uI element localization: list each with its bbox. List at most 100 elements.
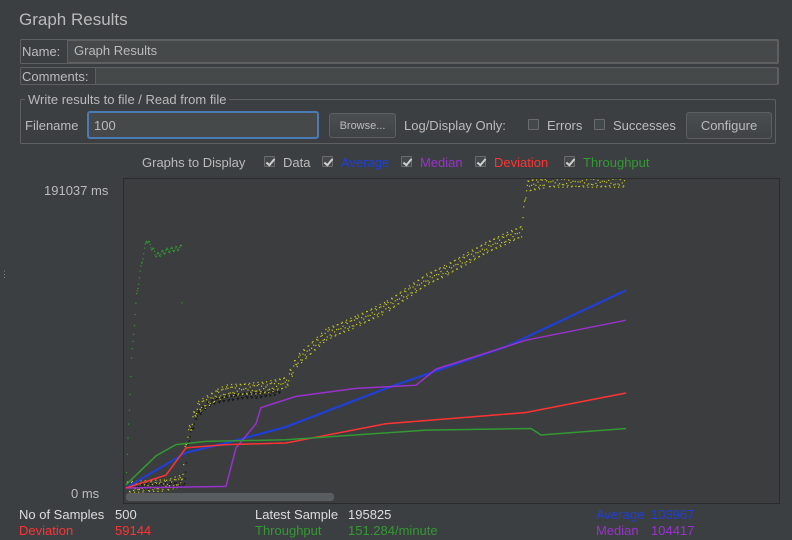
data-point <box>533 183 535 185</box>
data-point <box>601 185 603 187</box>
data-point-early <box>168 483 171 485</box>
samples-value: 500 <box>115 507 137 522</box>
data-point <box>440 271 442 273</box>
throughput-checkbox[interactable] <box>564 156 575 167</box>
data-point <box>328 327 330 329</box>
successes-checkbox[interactable] <box>594 119 605 130</box>
data-point <box>355 317 357 319</box>
data-point <box>301 359 303 361</box>
throughput-early-point <box>181 302 183 304</box>
data-point <box>183 464 185 466</box>
data-point <box>376 309 378 311</box>
data-point <box>471 253 473 255</box>
data-point <box>216 396 218 398</box>
data-point-early <box>223 400 226 402</box>
data-point <box>274 379 276 381</box>
data-point-early <box>217 398 219 400</box>
data-point-early <box>193 427 195 429</box>
data-point <box>250 391 252 393</box>
data-point <box>370 309 372 311</box>
data-point <box>579 181 581 183</box>
data-point <box>351 320 353 322</box>
errors-checkbox[interactable] <box>528 119 539 130</box>
data-point <box>253 382 255 384</box>
data-point <box>351 325 353 327</box>
data-point <box>575 185 577 187</box>
throughput-early-point <box>166 247 168 249</box>
data-point <box>450 262 452 264</box>
data-point-early <box>278 392 281 394</box>
data-point <box>426 273 428 275</box>
throughput-early-point <box>167 248 169 251</box>
data-point-early <box>253 392 256 394</box>
data-point <box>398 298 401 300</box>
resize-handle[interactable]: ⋮ <box>0 270 9 288</box>
data-point <box>428 283 430 285</box>
data-point <box>228 395 231 397</box>
data-point <box>224 394 226 396</box>
data-point <box>266 384 268 386</box>
data-point <box>446 265 448 267</box>
data-point <box>188 425 191 427</box>
data-point <box>546 180 548 182</box>
data-point <box>383 305 385 307</box>
median-checkbox[interactable] <box>401 156 412 167</box>
data-point <box>363 318 365 320</box>
data-point-early <box>248 391 251 394</box>
data-point-early <box>198 410 200 412</box>
data-point <box>178 475 181 477</box>
data-point <box>174 476 176 478</box>
data-point <box>612 178 614 180</box>
data-point <box>491 249 493 251</box>
data-point <box>208 404 211 406</box>
data-point <box>195 415 197 417</box>
data-point <box>321 332 323 334</box>
data-point <box>381 314 383 316</box>
data-point <box>483 253 485 256</box>
data-point-early <box>157 485 159 487</box>
data-point <box>494 242 496 244</box>
data-point <box>381 311 383 313</box>
throughput-early-point <box>154 254 156 256</box>
comments-input[interactable] <box>95 67 778 85</box>
data-point <box>448 272 450 274</box>
name-input[interactable]: Graph Results <box>67 40 778 63</box>
data-point <box>617 183 619 185</box>
throughput-value: 151.284/minute <box>348 523 438 538</box>
data-point <box>386 304 388 306</box>
data-point <box>613 184 615 186</box>
graph-scrollbar[interactable] <box>126 493 334 501</box>
data-checkbox[interactable] <box>264 156 275 167</box>
data-point <box>237 394 239 396</box>
data-point <box>557 184 559 186</box>
data-point <box>392 302 394 305</box>
filename-input[interactable]: 100 <box>87 111 319 139</box>
data-point-early <box>184 478 186 480</box>
data-point <box>313 344 315 346</box>
data-point <box>499 244 501 246</box>
deviation-checkbox[interactable] <box>475 156 486 167</box>
throughput-early-point <box>133 325 136 327</box>
data-point <box>292 372 294 374</box>
browse-button[interactable]: Browse... <box>329 113 396 138</box>
data-point-early <box>192 428 194 430</box>
data-point <box>562 186 564 188</box>
data-point <box>614 183 616 185</box>
data-point <box>378 306 381 309</box>
average-checkbox[interactable] <box>322 156 333 167</box>
data-point <box>131 480 133 482</box>
throughput-early-point <box>136 293 138 295</box>
data-point-early <box>145 484 147 486</box>
data-point <box>327 330 329 332</box>
data-point <box>335 334 337 336</box>
configure-button[interactable]: Configure <box>686 112 772 139</box>
panel-title: Graph Results <box>19 10 128 29</box>
data-point <box>170 478 172 480</box>
throughput-early-point <box>131 348 133 350</box>
throughput-early-point <box>158 253 160 255</box>
data-point <box>158 488 160 490</box>
data-point <box>387 301 389 304</box>
data-point <box>287 384 289 386</box>
data-point <box>516 228 518 230</box>
data-point <box>188 429 190 431</box>
